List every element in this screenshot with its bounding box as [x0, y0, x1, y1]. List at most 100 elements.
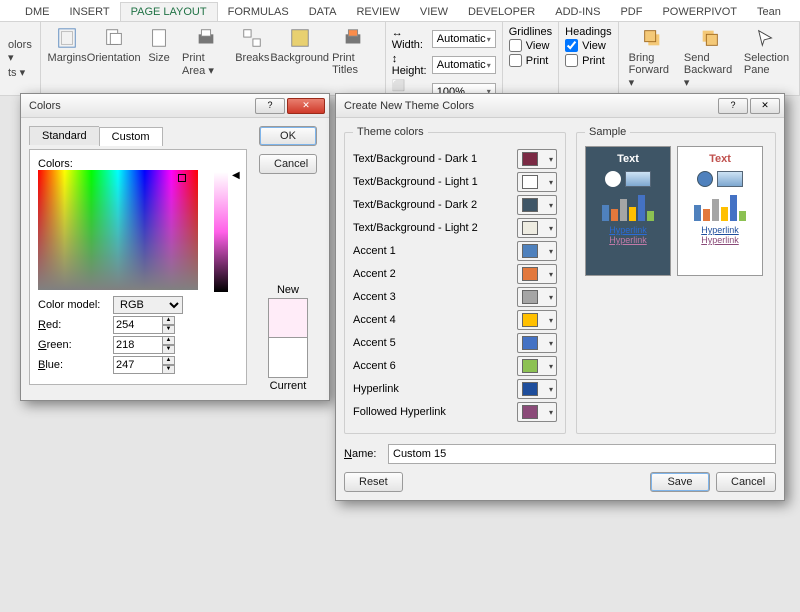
theme-color-picker[interactable]	[517, 218, 557, 238]
theme-color-picker[interactable]	[517, 310, 557, 330]
blue-down[interactable]: ▼	[162, 365, 175, 374]
close-button[interactable]: ✕	[750, 98, 780, 114]
red-up[interactable]: ▲	[162, 316, 175, 325]
send-backward-button[interactable]: Send Backward ▾	[680, 24, 740, 91]
blue-up[interactable]: ▲	[162, 356, 175, 365]
theme-color-row: Accent 3	[353, 287, 557, 307]
theme-color-picker[interactable]	[517, 172, 557, 192]
print-titles-button[interactable]: Print Titles	[328, 24, 379, 78]
theme-color-picker[interactable]	[517, 241, 557, 261]
theme-color-label: Accent 2	[353, 268, 517, 280]
cancel-button[interactable]: Cancel	[259, 154, 317, 174]
current-color-swatch	[268, 338, 308, 378]
red-down[interactable]: ▼	[162, 325, 175, 334]
theme-color-picker[interactable]	[517, 356, 557, 376]
width-dropdown[interactable]: Automatic	[432, 30, 496, 48]
theme-color-label: Text/Background - Dark 2	[353, 199, 517, 211]
theme-color-picker[interactable]	[517, 149, 557, 169]
theme-color-picker[interactable]	[517, 402, 557, 422]
reset-button[interactable]: Reset	[344, 472, 403, 492]
blue-input[interactable]	[113, 356, 163, 374]
red-input[interactable]	[113, 316, 163, 334]
themes-colors-button[interactable]: olors ▾	[6, 38, 34, 65]
tab-addins[interactable]: ADD-INS	[545, 3, 610, 21]
tab-powerpivot[interactable]: POWERPIVOT	[652, 3, 747, 21]
help-button[interactable]: ?	[718, 98, 748, 114]
themes-fonts-button[interactable]: ts ▾	[6, 65, 27, 80]
gridlines-view-checkbox[interactable]: View	[509, 39, 550, 52]
green-down[interactable]: ▼	[162, 345, 175, 354]
ribbon-tabs: DME INSERT PAGE LAYOUT FORMULAS DATA REV…	[0, 0, 800, 22]
theme-color-picker[interactable]	[517, 264, 557, 284]
colors-dialog-title: Colors	[29, 100, 253, 112]
background-button[interactable]: Background	[271, 24, 328, 66]
tab-home[interactable]: DME	[15, 3, 59, 21]
headings-label: Headings	[565, 26, 611, 38]
selection-pane-button[interactable]: Selection Pane	[740, 24, 793, 78]
new-color-swatch	[268, 298, 308, 338]
theme-color-picker[interactable]	[517, 195, 557, 215]
green-up[interactable]: ▲	[162, 336, 175, 345]
tab-view[interactable]: VIEW	[410, 3, 458, 21]
selection-pane-icon	[754, 26, 778, 50]
theme-color-label: Accent 3	[353, 291, 517, 303]
gridlines-print-checkbox[interactable]: Print	[509, 54, 549, 67]
theme-color-row: Accent 1	[353, 241, 557, 261]
theme-color-row: Accent 5	[353, 333, 557, 353]
breaks-button[interactable]: Breaks	[233, 24, 271, 66]
theme-color-picker[interactable]	[517, 379, 557, 399]
breaks-icon	[240, 26, 264, 50]
ok-button[interactable]: OK	[259, 126, 317, 146]
tab-team[interactable]: Tean	[747, 3, 791, 21]
print-area-button[interactable]: Print Area ▾	[178, 24, 233, 79]
headings-view-checkbox[interactable]: View	[565, 39, 606, 52]
theme-color-label: Text/Background - Light 1	[353, 176, 517, 188]
new-color-label: New	[255, 284, 321, 296]
luminance-pointer-icon: ◀	[232, 170, 240, 181]
theme-color-picker[interactable]	[517, 287, 557, 307]
theme-color-label: Text/Background - Light 2	[353, 222, 517, 234]
theme-color-row: Accent 6	[353, 356, 557, 376]
theme-color-row: Text/Background - Dark 1	[353, 149, 557, 169]
tab-formulas[interactable]: FORMULAS	[218, 3, 299, 21]
sample-dark-card: Text Hyperlink Hyperlink	[585, 146, 671, 276]
tab-data[interactable]: DATA	[299, 3, 347, 21]
tab-page-layout[interactable]: PAGE LAYOUT	[120, 2, 218, 21]
tab-custom[interactable]: Custom	[99, 127, 163, 146]
theme-color-row: Hyperlink	[353, 379, 557, 399]
headings-print-checkbox[interactable]: Print	[565, 54, 605, 67]
theme-color-label: Hyperlink	[353, 383, 517, 395]
height-dropdown[interactable]: Automatic	[432, 56, 496, 74]
theme-color-row: Followed Hyperlink	[353, 402, 557, 422]
colors-dialog: Colors ? ✕ Standard Custom Colors: ◀ Col…	[20, 93, 330, 401]
bring-forward-button[interactable]: Bring Forward ▾	[625, 24, 680, 91]
margins-button[interactable]: Margins	[47, 24, 88, 66]
tab-pdf[interactable]: PDF	[610, 3, 652, 21]
tab-standard[interactable]: Standard	[29, 126, 99, 145]
theme-color-row: Accent 4	[353, 310, 557, 330]
luminance-slider[interactable]	[214, 172, 228, 292]
color-gradient-picker[interactable]	[38, 170, 198, 290]
size-button[interactable]: Size	[140, 24, 178, 66]
orientation-button[interactable]: Orientation	[87, 24, 140, 66]
orientation-icon	[102, 26, 126, 50]
cancel-button[interactable]: Cancel	[716, 472, 776, 492]
theme-colors-legend: Theme colors	[353, 126, 428, 138]
theme-color-label: Accent 6	[353, 360, 517, 372]
color-model-select[interactable]: RGB	[113, 296, 183, 314]
close-button[interactable]: ✕	[287, 98, 325, 114]
current-color-label: Current	[255, 380, 321, 392]
tab-developer[interactable]: DEVELOPER	[458, 3, 545, 21]
colors-label: Colors:	[38, 158, 238, 170]
theme-name-input[interactable]	[388, 444, 776, 464]
tab-insert[interactable]: INSERT	[59, 3, 119, 21]
theme-color-picker[interactable]	[517, 333, 557, 353]
background-icon	[288, 26, 312, 50]
help-button[interactable]: ?	[255, 98, 285, 114]
save-button[interactable]: Save	[650, 472, 710, 492]
theme-dialog-title: Create New Theme Colors	[344, 100, 716, 112]
green-input[interactable]	[113, 336, 163, 354]
theme-color-label: Text/Background - Dark 1	[353, 153, 517, 165]
theme-color-row: Text/Background - Dark 2	[353, 195, 557, 215]
tab-review[interactable]: REVIEW	[346, 3, 409, 21]
